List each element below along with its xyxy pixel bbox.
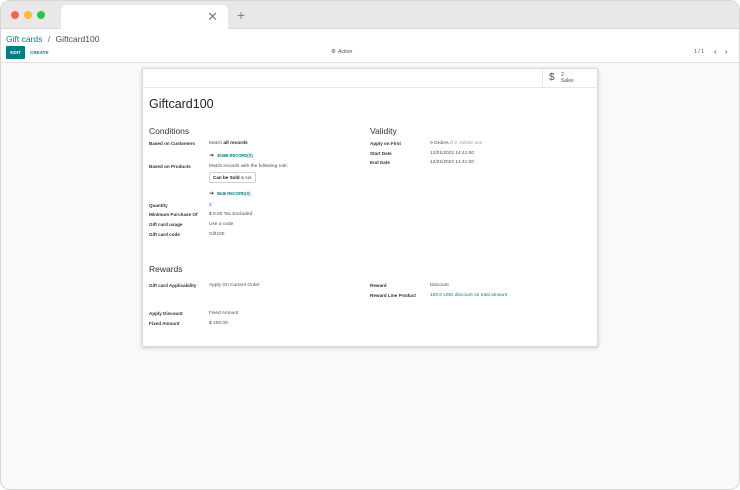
minimize-window-button[interactable]: [24, 11, 32, 19]
breadcrumb-gift-cards-link[interactable]: Gift cards: [6, 34, 42, 44]
browser-window: ✕ + Gift cards / Giftcard100 EDIT CREATE…: [0, 0, 740, 490]
smart-button-box: $ 2 Sales: [143, 69, 597, 88]
rewards-heading: Rewards: [149, 264, 183, 274]
reward-value: Discount: [430, 283, 449, 288]
gear-icon: ⚙: [331, 49, 336, 55]
breadcrumb-separator: /: [47, 34, 51, 44]
minimum-purchase-value: $ 0.00 Tax Excluded: [209, 212, 253, 217]
start-date-label: Start Date: [370, 151, 392, 156]
rule-field: Can be Sold: [213, 175, 240, 180]
gift-card-applicability-label: Gift card Applicability: [149, 283, 197, 288]
minimum-purchase-label: Minimum Purchase Of: [149, 212, 198, 217]
customers-domain[interactable]: Match all records: [209, 140, 248, 147]
form-sheet: $ 2 Sales Giftcard100 Conditions Based o…: [142, 68, 598, 347]
action-menu-button[interactable]: ⚙ Action: [331, 48, 352, 57]
validity-heading: Validity: [370, 126, 397, 136]
quantity-label: Quantity: [149, 203, 168, 208]
fixed-amount-value: $ 100.00: [209, 321, 228, 326]
pager-value[interactable]: 1 / 1: [694, 48, 704, 57]
plus-icon[interactable]: +: [237, 7, 245, 23]
fixed-amount-label: Fixed Amount: [149, 321, 180, 326]
breadcrumb-current: Giftcard100: [55, 34, 100, 44]
products-records-link[interactable]: ➔ 5646 RECORD(S): [209, 190, 250, 198]
gift-card-usage-label: Gift card usage: [149, 222, 183, 227]
close-window-button[interactable]: [11, 11, 19, 19]
customers-records-count: 30558 RECORD(S): [217, 153, 253, 158]
end-date-value: 12/31/2022 14:41:00: [430, 160, 475, 165]
browser-tab[interactable]: ✕: [61, 5, 228, 29]
quantity-value: 2: [209, 203, 212, 208]
control-panel: Gift cards / Giftcard100 EDIT CREATE ⚙ Ac…: [1, 29, 739, 63]
gift-card-usage-value: Use a code: [209, 222, 234, 227]
products-records-count: 5646 RECORD(S): [217, 191, 251, 196]
apply-discount-value: Fixed Amount: [209, 311, 239, 316]
customers-label: Based on Customers: [149, 141, 195, 146]
customers-records-link[interactable]: ➔ 30558 RECORD(S): [209, 152, 253, 160]
gift-card-code-label: Gift card code: [149, 232, 180, 237]
products-rule-text: Match records with the following rule:: [209, 164, 288, 169]
apply-on-first-label: Apply on First: [370, 141, 401, 146]
arrow-right-icon: ➔: [209, 153, 215, 159]
breadcrumb: Gift cards / Giftcard100: [6, 33, 99, 45]
sales-label: Sales: [561, 78, 574, 84]
apply-on-first-value: 0 Orders If 0, infinite use: [430, 140, 482, 147]
action-label: Action: [337, 49, 353, 55]
gift-card-code-value: Gift100: [209, 232, 225, 237]
reward-line-product-label: Reward Line Product: [370, 293, 416, 298]
gift-card-applicability-value: Apply On Current Order: [209, 283, 260, 288]
rule-operator: is set: [239, 175, 252, 180]
arrow-right-icon: ➔: [209, 191, 215, 197]
create-button[interactable]: CREATE: [30, 46, 49, 59]
end-date-label: End Date: [370, 160, 390, 165]
sales-smart-button[interactable]: $ 2 Sales: [542, 69, 597, 87]
apply-discount-label: Apply Discount: [149, 311, 183, 316]
record-title: Giftcard100: [149, 97, 214, 111]
zoom-window-button[interactable]: [37, 11, 45, 19]
apply-on-first-orders: 0 Orders: [430, 141, 450, 146]
start-date-value: 12/01/2022 14:41:00: [430, 151, 475, 156]
customers-domain-prefix: Match: [209, 141, 224, 146]
dollar-icon: $: [549, 72, 555, 83]
products-label: Based on Products: [149, 164, 191, 169]
title-bar: ✕ +: [1, 1, 739, 29]
close-icon[interactable]: ✕: [207, 10, 218, 24]
chevron-left-icon[interactable]: ‹: [714, 46, 717, 58]
edit-button[interactable]: EDIT: [6, 46, 25, 59]
reward-line-product-link[interactable]: 100.0 USD discount on total amount: [430, 292, 507, 299]
chevron-right-icon[interactable]: ›: [725, 46, 728, 58]
apply-on-first-hint: If 0, infinite use: [450, 141, 483, 146]
products-rule-chip[interactable]: Can be Sold is set: [209, 172, 256, 183]
conditions-heading: Conditions: [149, 126, 190, 136]
customers-domain-bold: all records: [223, 141, 248, 146]
reward-label: Reward: [370, 283, 387, 288]
